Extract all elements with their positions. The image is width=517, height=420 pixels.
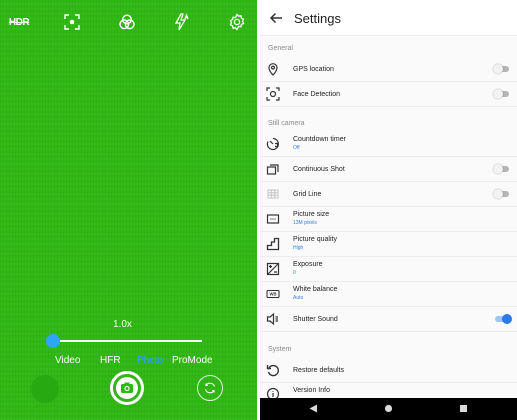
switch-camera-icon [204,382,216,394]
svg-text:WB: WB [270,292,277,297]
item-title: Countdown timer [293,136,346,143]
zoom-slider-track[interactable] [52,340,202,342]
settings-item-grid-line[interactable]: Grid Line [260,182,517,207]
app-bar: Settings [260,0,517,36]
exposure-icon [266,262,280,276]
burst-icon [266,162,280,176]
item-title: GPS location [293,66,334,73]
settings-item-shutter-sound[interactable]: Shutter Sound [260,307,517,332]
timer-icon [266,137,280,151]
navigation-bar [260,398,517,420]
item-title: Face Detection [293,91,341,98]
face-detection-icon [266,87,280,101]
filter-icon[interactable] [117,12,137,32]
white-balance-icon: WB [266,287,280,301]
settings-item-picture-size[interactable]: Picture size 13M pixels [260,207,517,232]
grid-icon [266,187,280,201]
flash-auto-icon[interactable] [172,12,192,32]
location-pin-icon [266,62,280,76]
zoom-label: 1.0x [113,319,132,330]
zoom-slider-handle[interactable] [46,334,60,348]
page-title: Settings [294,11,341,26]
gps-location-toggle[interactable] [493,64,509,74]
item-title: Shutter Sound [293,316,338,323]
settings-item-restore-defaults[interactable]: Restore defaults [260,358,517,383]
mode-hfr[interactable]: HFR [100,355,121,366]
settings-item-face-detection[interactable]: Face Detection [260,82,517,107]
shutter-sound-toggle[interactable] [495,314,512,324]
section-header-still-camera: Still camera [268,120,305,127]
gallery-thumbnail[interactable] [31,375,59,403]
item-value: High [293,245,304,251]
settings-item-white-balance[interactable]: WB White balance Auto [260,282,517,307]
grid-line-toggle[interactable] [493,189,509,199]
camera-viewfinder[interactable]: HDR 1.0x Video HFR Photo ProMode [0,0,257,420]
item-title: Picture quality [293,236,337,243]
hdr-icon[interactable]: HDR [8,12,30,32]
nav-home-icon[interactable] [384,404,393,413]
item-value: 0 [293,270,296,276]
mode-promode[interactable]: ProMode [172,355,213,366]
speaker-icon [266,312,280,326]
settings-item-picture-quality[interactable]: Picture quality High [260,232,517,257]
back-arrow-icon[interactable] [268,10,284,26]
settings-item-continuous-shot[interactable]: Continuous Shot [260,157,517,182]
item-title: Picture size [293,211,330,218]
item-title: Continuous Shot [293,166,345,173]
settings-item-exposure[interactable]: Exposure 0 [260,257,517,282]
item-title: White balance [293,286,338,293]
shutter-icon [116,377,138,399]
nav-recents-icon[interactable] [459,404,468,413]
item-value: 13M pixels [293,220,317,226]
mode-photo[interactable]: Photo [137,355,163,366]
continuous-shot-toggle[interactable] [493,164,509,174]
section-header-system: System [268,346,292,353]
item-title: Exposure [293,261,323,268]
item-value: Off [293,145,300,151]
item-value: Auto [293,295,304,301]
shutter-button[interactable] [110,371,144,405]
switch-camera-button[interactable] [197,375,223,401]
settings-icon[interactable] [227,12,247,32]
settings-item-countdown-timer[interactable]: Countdown timer Off [260,132,517,157]
mode-video[interactable]: Video [55,355,80,366]
settings-screen: Settings General GPS location Face Detec… [260,0,517,420]
focus-icon[interactable] [62,12,82,32]
hdr-label: HDR [8,16,30,28]
section-header-general: General [268,45,293,52]
settings-item-gps-location[interactable]: GPS location [260,57,517,82]
restore-icon [266,363,280,377]
nav-back-icon[interactable] [309,404,318,413]
item-title: Version Info [293,387,330,394]
picture-quality-icon [266,237,280,251]
item-title: Restore defaults [293,367,344,374]
item-title: Grid Line [293,191,322,198]
face-detection-toggle[interactable] [493,89,509,99]
picture-size-icon [266,212,280,226]
